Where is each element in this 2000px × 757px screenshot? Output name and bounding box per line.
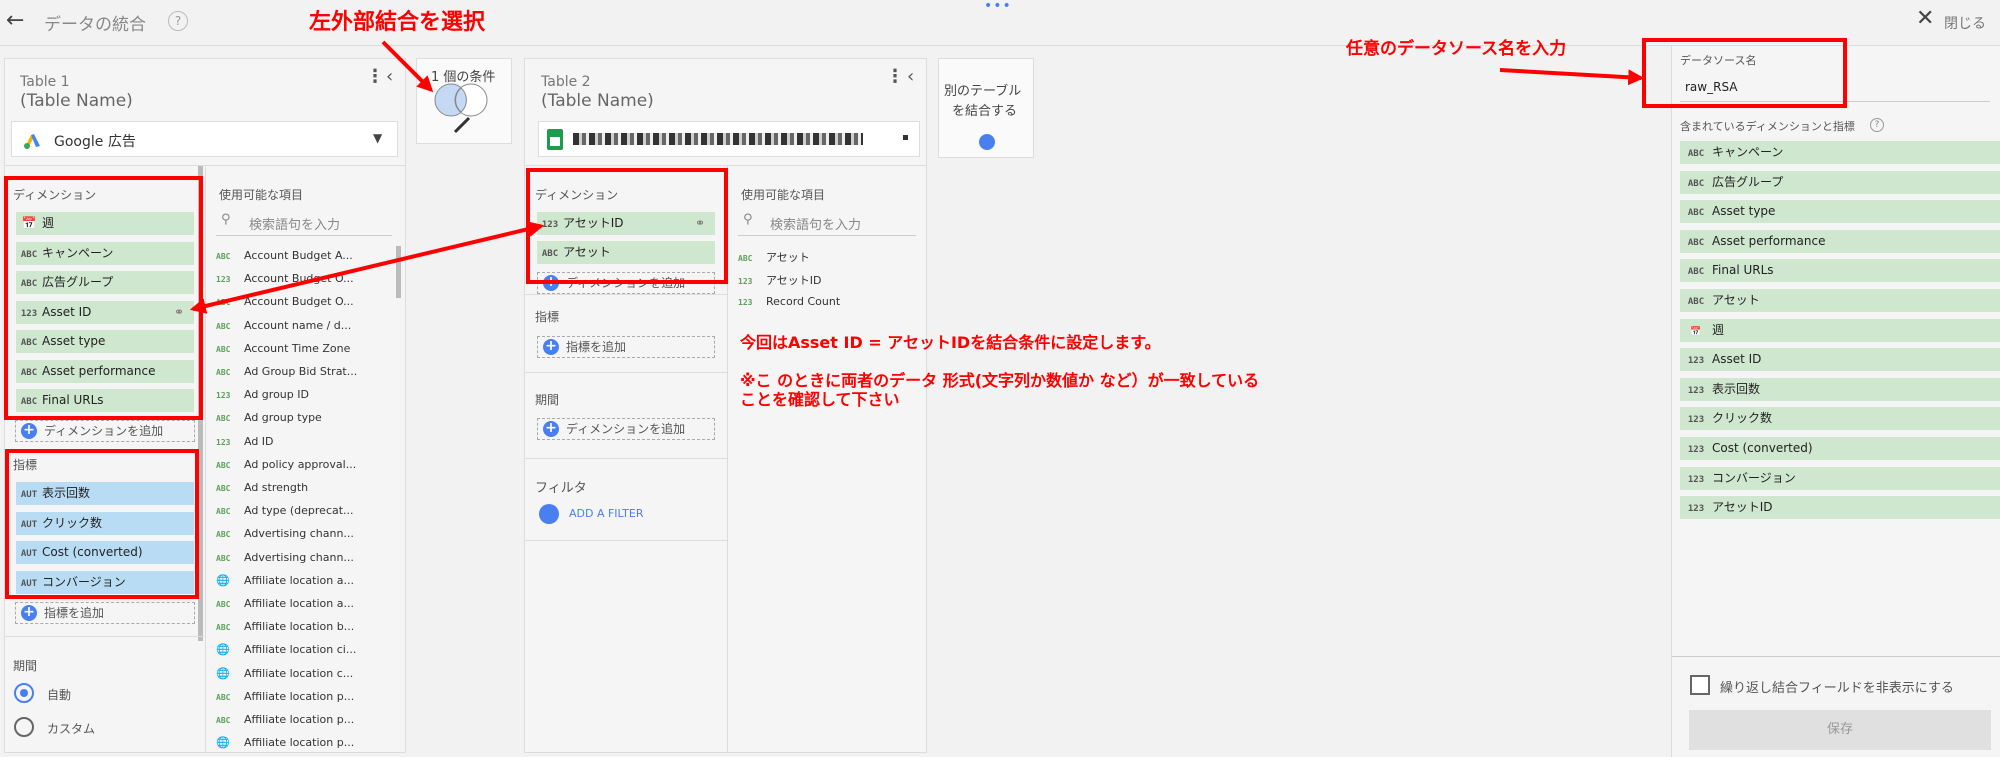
- arrow-to-join: [381, 40, 434, 93]
- arrow-to-source-name: [1499, 68, 1645, 86]
- annotation-arrows: [189, 40, 1645, 314]
- arrow-join-keys: [189, 221, 545, 314]
